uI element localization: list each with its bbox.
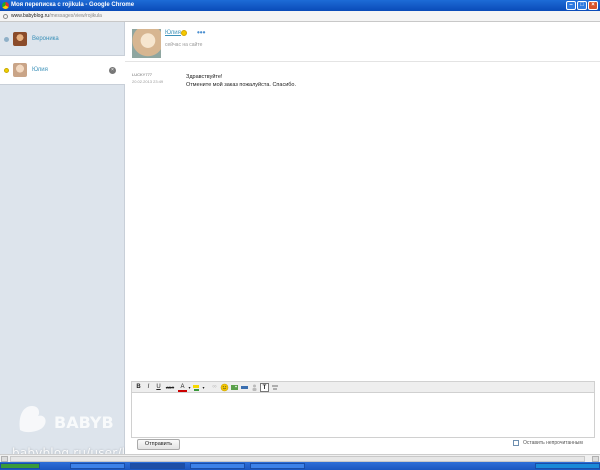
underline-button[interactable]: U bbox=[154, 383, 163, 392]
clear-format-icon[interactable] bbox=[271, 383, 280, 392]
remove-contact-icon[interactable]: × bbox=[109, 67, 116, 74]
keep-unread-checkbox[interactable] bbox=[513, 440, 519, 446]
system-tray bbox=[535, 463, 600, 469]
message-line: Отмените мой заказ пожалуйста. Спасибо. bbox=[186, 82, 297, 88]
interlocutor-avatar[interactable] bbox=[132, 29, 161, 58]
message-list: LUCKY777 20.02.2013 23:49 Здравствуйте! … bbox=[125, 62, 600, 381]
away-status-icon bbox=[181, 30, 187, 36]
interlocutor-name-link[interactable]: Юлия bbox=[165, 30, 181, 36]
taskbar bbox=[0, 462, 600, 470]
more-options-icon[interactable]: ••• bbox=[197, 28, 205, 37]
contact-name: Вероника bbox=[32, 36, 59, 42]
minimize-button[interactable]: – bbox=[566, 1, 576, 10]
interlocutor-status: сейчас на сайте bbox=[165, 42, 203, 48]
svg-text:BABYB: BABYB bbox=[54, 413, 114, 432]
keep-unread-label: Оставить непрочитанным bbox=[523, 440, 583, 446]
taskbar-item[interactable] bbox=[70, 463, 125, 469]
message-text: Здравствуйте! Отмените мой заказ пожалуй… bbox=[186, 73, 296, 89]
address-bar[interactable]: www.babyblog.ru/messages/view/rojikula bbox=[0, 11, 600, 22]
user-icon[interactable] bbox=[250, 383, 259, 392]
taskbar-item[interactable] bbox=[130, 463, 185, 469]
send-button[interactable]: Отправить bbox=[137, 439, 180, 450]
message-time: 20.02.2013 23:49 bbox=[132, 79, 164, 84]
taskbar-item[interactable] bbox=[190, 463, 245, 469]
taskbar-item[interactable] bbox=[250, 463, 305, 469]
start-button[interactable] bbox=[0, 463, 40, 469]
message-input[interactable] bbox=[131, 393, 595, 438]
avatar bbox=[13, 32, 27, 46]
video-icon[interactable] bbox=[240, 383, 249, 392]
link-icon[interactable]: ∞ bbox=[210, 383, 219, 392]
avatar bbox=[13, 63, 27, 77]
babyblog-logo: BABYB bbox=[19, 406, 114, 433]
highlight-icon[interactable] bbox=[192, 383, 201, 392]
away-status-icon bbox=[4, 68, 9, 73]
address-path: /messages/view/rojikula bbox=[49, 13, 102, 19]
text-mode-button[interactable]: T bbox=[260, 383, 269, 392]
message-item: LUCKY777 20.02.2013 23:49 Здравствуйте! … bbox=[132, 72, 592, 102]
italic-button[interactable]: I bbox=[144, 383, 153, 392]
chat-header: Юлия ••• сейчас на сайте bbox=[125, 22, 600, 62]
send-row: Отправить Оставить непрочитанным bbox=[125, 438, 600, 454]
editor-toolbar: B I U ABC A ▾ ▾ ∞ T bbox=[131, 381, 595, 393]
close-button[interactable]: × bbox=[588, 1, 598, 10]
horizontal-scrollbar[interactable] bbox=[0, 454, 600, 462]
contact-name: Юлия bbox=[32, 67, 48, 73]
font-color-button[interactable]: A bbox=[178, 383, 187, 392]
message-sender[interactable]: LUCKY777 bbox=[132, 72, 152, 77]
address-domain: www.babyblog.ru bbox=[11, 13, 50, 19]
strike-button[interactable]: ABC bbox=[164, 383, 176, 392]
page-icon bbox=[3, 14, 8, 19]
message-line: Здравствуйте! bbox=[186, 74, 223, 80]
online-status-icon bbox=[4, 37, 9, 42]
bold-button[interactable]: B bbox=[134, 383, 143, 392]
window-title: Моя переписка с rojikula - Google Chrome bbox=[11, 2, 135, 8]
maximize-button[interactable]: □ bbox=[577, 1, 587, 10]
contact-item-veronika[interactable]: Вероника bbox=[0, 25, 125, 55]
window-titlebar: Моя переписка с rojikula - Google Chrome… bbox=[0, 0, 600, 11]
contact-item-yulia[interactable]: Юлия × bbox=[0, 55, 125, 85]
image-icon[interactable] bbox=[230, 383, 239, 392]
smiley-icon[interactable] bbox=[220, 383, 229, 392]
chrome-icon bbox=[2, 2, 9, 9]
highlight-dropdown-icon[interactable]: ▾ bbox=[201, 383, 206, 392]
